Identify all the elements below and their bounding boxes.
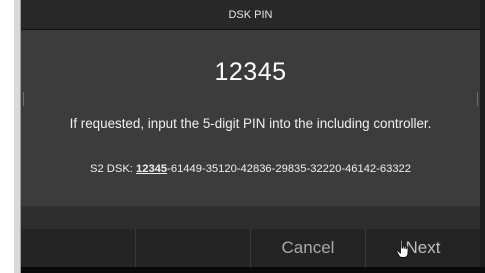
dsk-pin-dialog: DSK PIN 12345 If requested, input the 5-… [21, 0, 480, 229]
dsk-key-highlight: 12345 [136, 163, 168, 175]
empty-button-slot-2 [135, 229, 250, 267]
bottom-strip [21, 267, 485, 273]
cancel-button[interactable]: Cancel [250, 229, 365, 267]
pin-display: 12345 [214, 58, 287, 86]
hand-pointer-icon [396, 239, 409, 258]
dialog-titlebar: DSK PIN [21, 0, 480, 30]
right-edge-tick [477, 92, 478, 106]
dialog-title: DSK PIN [228, 9, 273, 21]
dsk-remainder: -61449-35120-42836-29835-32220-46142-633… [167, 163, 411, 175]
dsk-label: S2 DSK: [90, 163, 137, 175]
dialog-footer-band [21, 206, 480, 229]
button-bar: Cancel Next [21, 229, 480, 267]
left-edge-tick [23, 92, 24, 106]
instruction-text: If requested, input the 5-digit PIN into… [69, 116, 432, 131]
empty-button-slot-1 [21, 229, 135, 267]
next-button[interactable]: Next [365, 229, 480, 267]
dsk-line: S2 DSK: 12345-61449-35120-42836-29835-32… [21, 163, 480, 175]
